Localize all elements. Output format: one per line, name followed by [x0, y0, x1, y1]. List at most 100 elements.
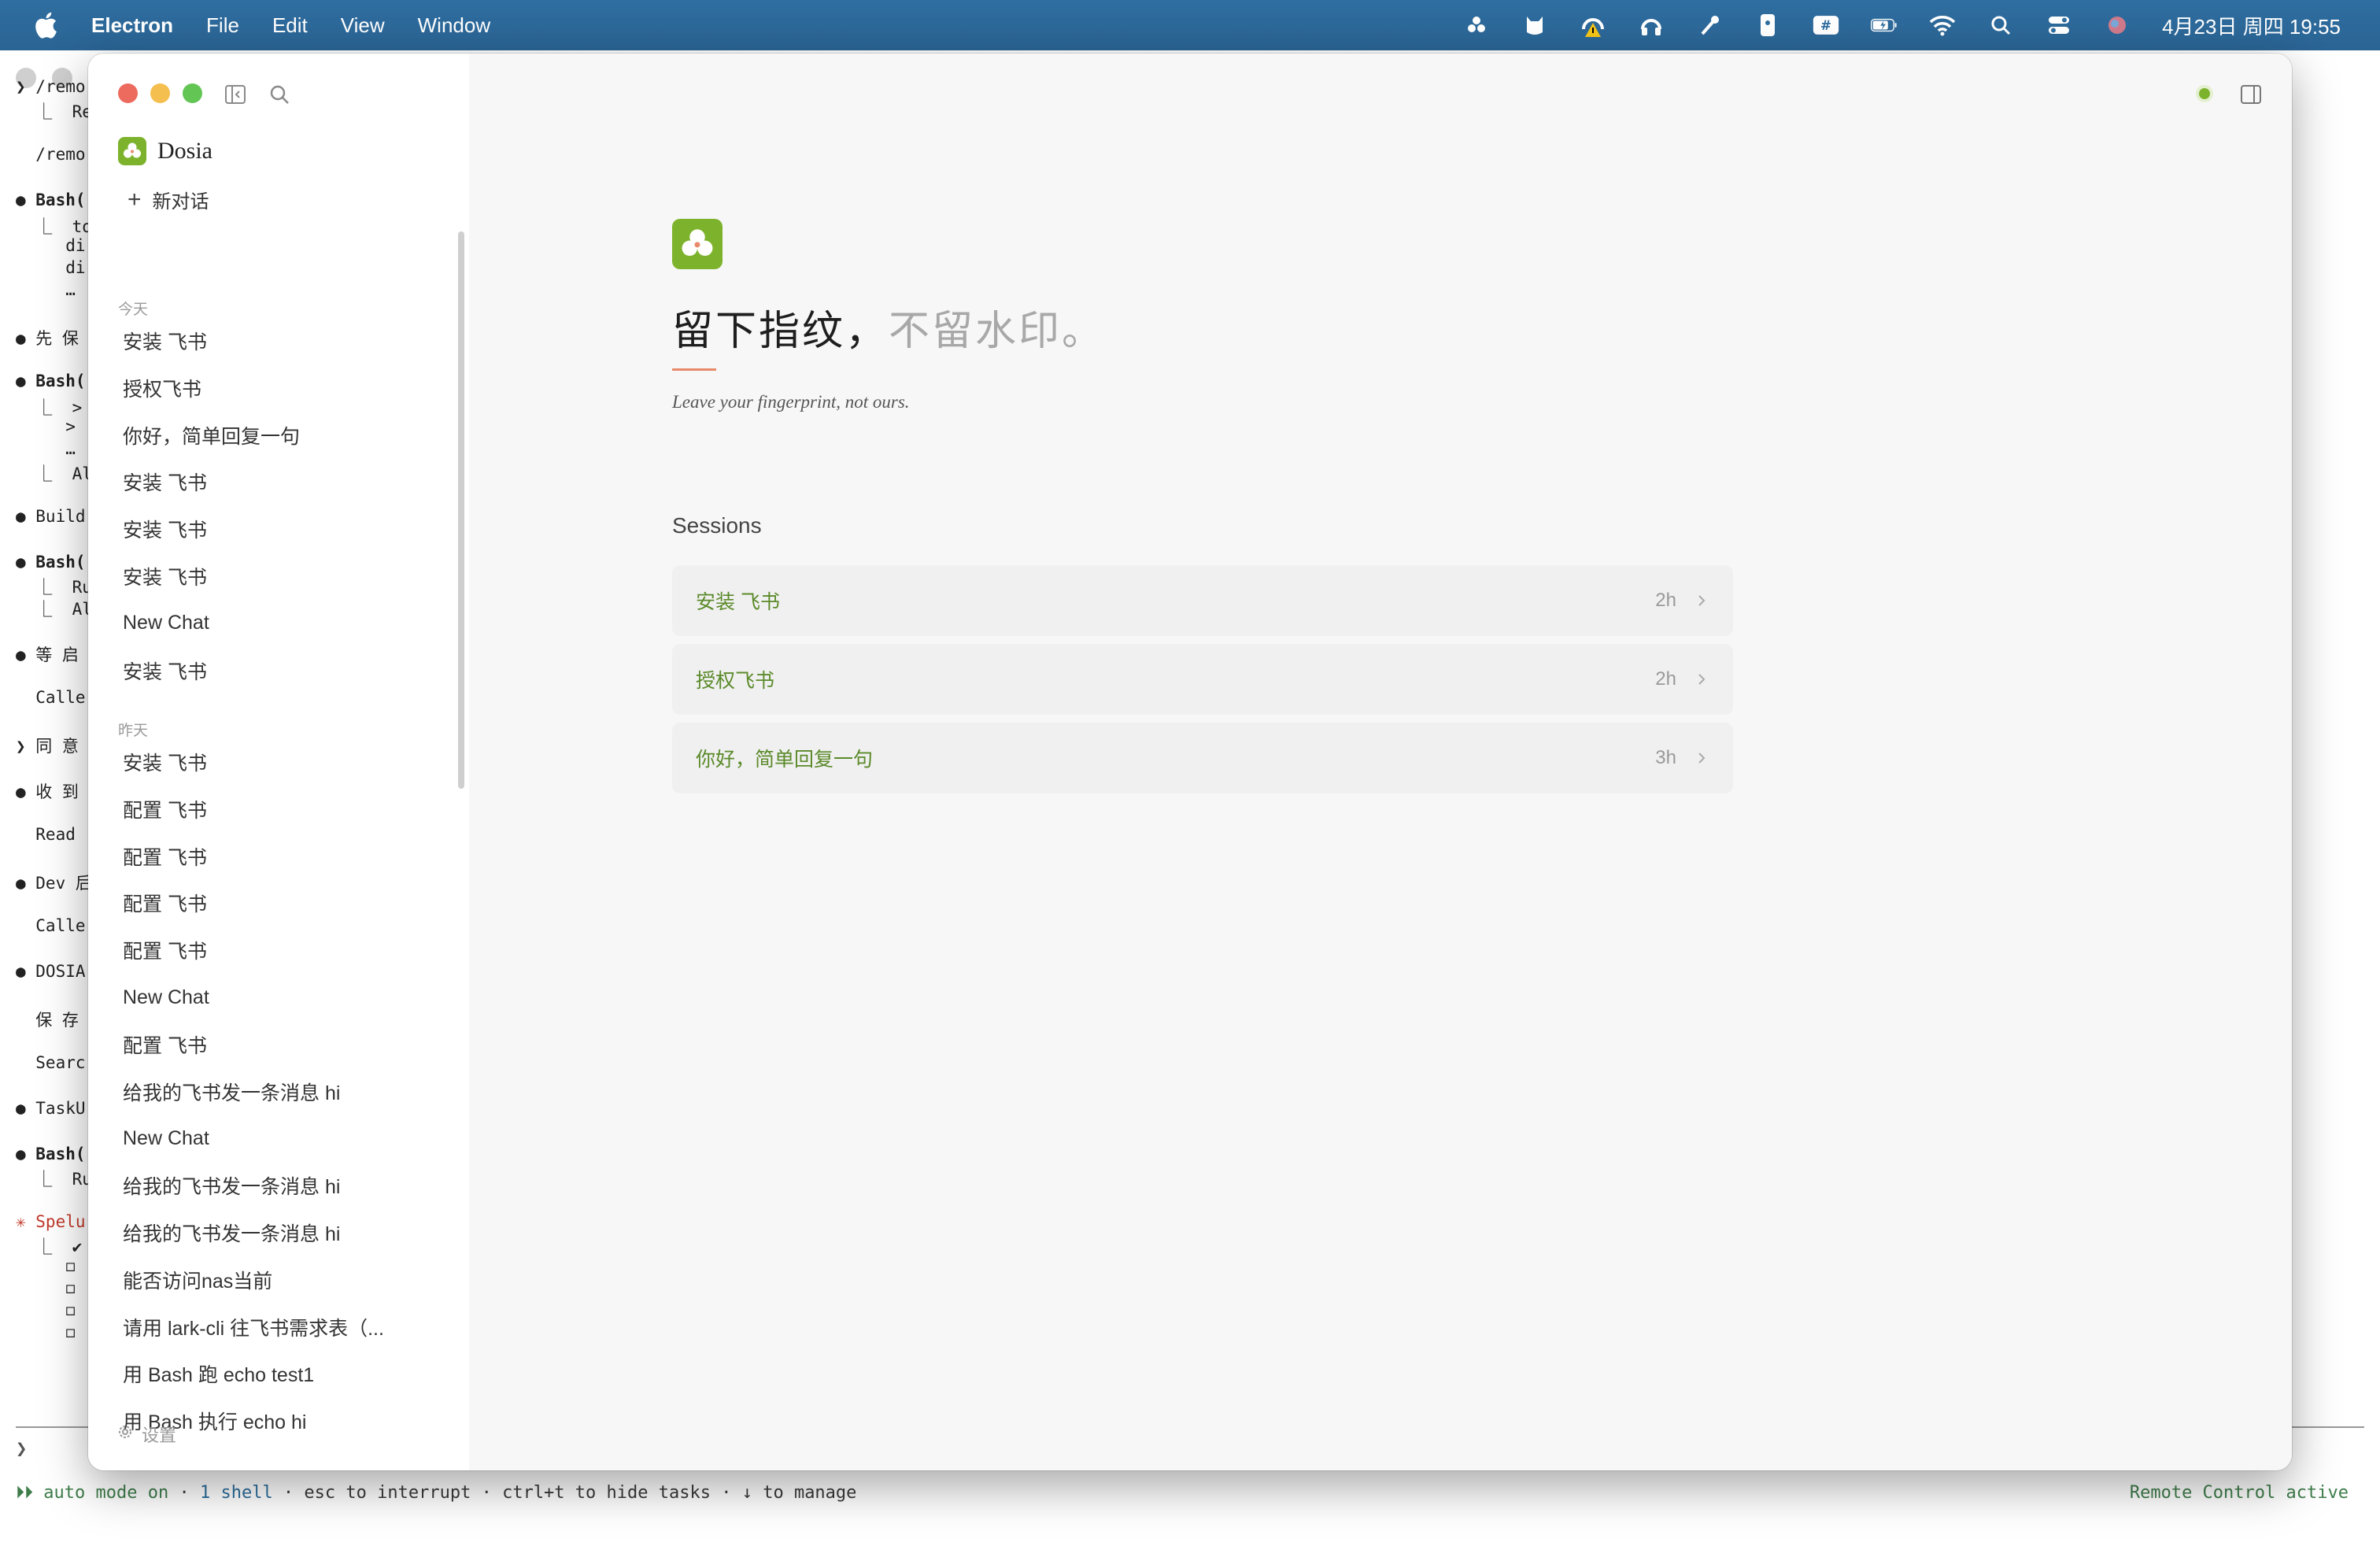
terminal-line: ⎿ Ru — [16, 578, 92, 597]
connection-status-dot — [2199, 88, 2210, 99]
headphones-icon[interactable] — [1638, 12, 1665, 39]
chat-history-item[interactable]: 安装 飞书 — [123, 649, 438, 692]
chat-history-item[interactable]: 给我的飞书发一条消息 hi — [123, 1071, 438, 1113]
terminal-line: di — [16, 258, 86, 277]
phone-icon[interactable] — [1754, 12, 1781, 39]
terminal-line: Read — [16, 825, 86, 844]
menu-window[interactable]: Window — [418, 13, 490, 38]
terminal-line: ⎿ ✔ — [16, 1237, 83, 1256]
session-card[interactable]: 授权飞书 2h — [672, 644, 1733, 715]
chevron-right-icon — [1694, 671, 1709, 687]
chevron-right-icon — [1694, 593, 1709, 608]
minimize-window-button[interactable] — [150, 83, 170, 103]
control-center-icon[interactable] — [2046, 12, 2072, 39]
shell-count[interactable]: 1 shell — [200, 1483, 273, 1503]
chat-history-item[interactable]: 你好，简单回复一句 — [123, 414, 438, 457]
chat-history-item[interactable]: 安装 飞书 — [123, 741, 438, 783]
settings-button[interactable]: 设置 — [116, 1422, 176, 1447]
terminal-line: Calle — [16, 688, 86, 707]
auto-mode-indicator: ⏵⏵ — [16, 1483, 34, 1503]
auto-mode-label: auto mode on — [43, 1483, 169, 1503]
terminal-line: ⎿ to — [16, 217, 92, 236]
mic-icon[interactable] — [1696, 12, 1723, 39]
menubar-clock[interactable]: 4月23日 周四 19:55 — [2162, 11, 2341, 40]
search-icon[interactable] — [1987, 12, 2014, 39]
sidebar-search-icon[interactable] — [268, 83, 291, 106]
cat-icon[interactable] — [1521, 12, 1548, 39]
settings-label: 设置 — [142, 1426, 177, 1445]
session-title: 你好，简单回复一句 — [696, 749, 874, 771]
gear-icon — [116, 1423, 134, 1445]
terminal-line: > — [16, 417, 76, 436]
terminal-line: ⎿ Al — [16, 600, 92, 619]
chat-history-item[interactable]: 给我的飞书发一条消息 hi — [123, 1211, 438, 1254]
status-separator: · — [168, 1483, 200, 1503]
menu-edit[interactable]: Edit — [272, 13, 308, 38]
terminal-line: ● Bash( — [16, 372, 86, 390]
hash-icon[interactable]: # — [1813, 12, 1839, 39]
apple-icon[interactable] — [31, 11, 60, 39]
terminal-line: Calle — [16, 916, 86, 935]
macos-menubar: Electron File Edit View Window # 4月23日 周… — [0, 0, 2380, 50]
siri-icon[interactable] — [2104, 12, 2131, 39]
terminal-line: ⎿ Al — [16, 464, 92, 483]
terminal-line: ◻ — [16, 1300, 76, 1319]
dosia-hero-logo-icon — [672, 219, 722, 269]
chat-history-item[interactable]: 能否访问nas当前 — [123, 1259, 438, 1301]
svg-text:#: # — [1820, 18, 1831, 34]
bluetooth-icon[interactable] — [1463, 12, 1490, 39]
session-card[interactable]: 安装 飞书 2h — [672, 565, 1733, 636]
chat-history-item[interactable]: 配置 飞书 — [123, 1023, 438, 1066]
menu-file[interactable]: File — [206, 13, 239, 38]
toggle-right-panel-icon[interactable] — [2238, 82, 2264, 107]
window-traffic-lights — [118, 83, 202, 103]
hero-title-secondary: 不留水印。 — [889, 309, 1106, 354]
chat-history-item[interactable]: 配置 飞书 — [123, 835, 438, 878]
chat-history-item[interactable]: 安装 飞书 — [123, 320, 438, 362]
battery-icon[interactable] — [1871, 12, 1898, 39]
chat-history-item[interactable]: 授权飞书 — [123, 367, 438, 409]
chat-history-item[interactable]: 安装 飞书 — [123, 555, 438, 597]
chat-history-item[interactable]: 配置 飞书 — [123, 788, 438, 830]
session-card[interactable]: 你好，简单回复一句 3h — [672, 723, 1733, 793]
terminal-line: ● 收 到 — [16, 782, 89, 801]
terminal-line: ❯ 同 意 — [16, 737, 79, 756]
zoom-window-button[interactable] — [183, 83, 202, 103]
chevron-right-icon — [1694, 750, 1709, 766]
collapse-sidebar-icon[interactable] — [224, 83, 247, 106]
terminal-line: ● Bash( — [16, 1145, 86, 1163]
menu-view[interactable]: View — [341, 13, 385, 38]
terminal-line: ⎿ Re — [16, 102, 92, 121]
chat-history-item[interactable]: 配置 飞书 — [123, 929, 438, 971]
status-hints: · esc to interrupt · ctrl+t to hide task… — [272, 1483, 857, 1503]
chat-history-item[interactable]: 用 Bash 跑 echo test1 — [123, 1352, 438, 1395]
chat-history-item[interactable]: 安装 飞书 — [123, 460, 438, 503]
chat-history-item[interactable]: 安装 飞书 — [123, 508, 438, 550]
main-content: 留下指纹，不留水印。 Leave your fingerprint, not o… — [469, 54, 2292, 1470]
chat-history-item[interactable]: 请用 lark-cli 往飞书需求表（... — [123, 1306, 438, 1348]
terminal-line: ● Bash( — [16, 553, 86, 571]
session-title: 安装 飞书 — [696, 591, 780, 613]
chat-history-item[interactable]: 给我的飞书发一条消息 hi — [123, 1164, 438, 1207]
chat-history-item[interactable]: New Chat — [123, 602, 438, 645]
close-window-button[interactable] — [118, 83, 138, 103]
sidebar-scrollbar[interactable] — [458, 231, 464, 789]
terminal-line: ❯ /remo — [16, 77, 86, 96]
new-chat-button[interactable]: + 新对话 — [128, 186, 209, 213]
warning-headphone-icon[interactable] — [1580, 12, 1606, 39]
terminal-line: ● 先 保 — [16, 329, 89, 348]
terminal-prompt[interactable]: ❯ — [16, 1437, 27, 1459]
hero-divider — [672, 368, 716, 371]
brand: Dosia — [118, 137, 213, 165]
dosia-app-window: Dosia + 新对话 今天 安装 飞书 授权飞书 你好，简单回复一句 安装 飞书 安装 … — [88, 54, 2292, 1470]
wifi-icon[interactable] — [1929, 12, 1956, 39]
hero-subtitle: Leave your fingerprint, not ours. — [672, 392, 910, 412]
chat-history-item[interactable]: New Chat — [123, 976, 438, 1019]
hero-title: 留下指纹，不留水印。 — [672, 298, 1105, 357]
chat-history-item[interactable]: 配置 飞书 — [123, 882, 438, 924]
terminal-line: … — [16, 439, 76, 458]
brand-name: Dosia — [157, 138, 213, 164]
chat-history-item[interactable]: New Chat — [123, 1117, 438, 1160]
terminal-line: ◻ — [16, 1278, 76, 1297]
menubar-app-name[interactable]: Electron — [91, 13, 173, 38]
